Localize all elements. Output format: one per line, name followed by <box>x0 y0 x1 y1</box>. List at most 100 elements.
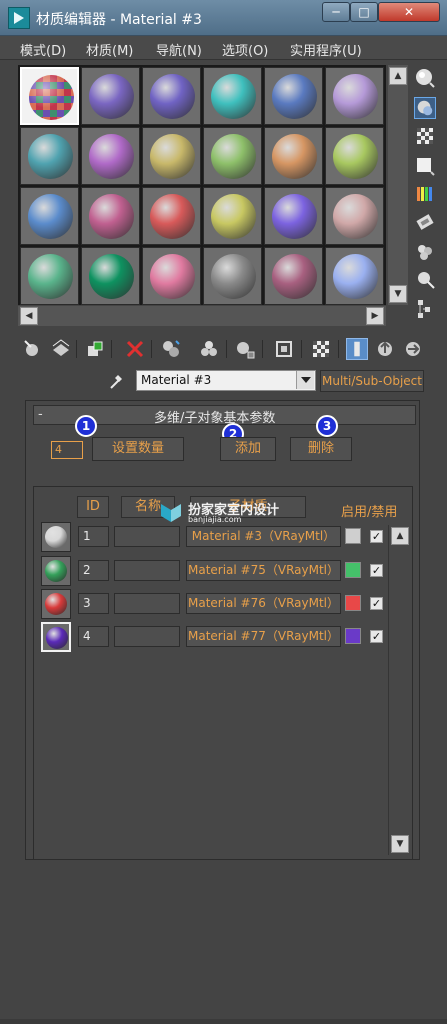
scroll-up-icon[interactable]: ▲ <box>389 67 407 85</box>
material-id-channel-icon[interactable] <box>273 338 295 360</box>
sample-slot[interactable] <box>20 67 79 125</box>
eyedropper-icon[interactable] <box>108 371 126 391</box>
material-type-button[interactable]: Multi/Sub-Object <box>320 370 424 392</box>
watermark-url: banjiajia.com <box>188 515 242 524</box>
scroll-left-icon[interactable]: ◀ <box>20 307 38 325</box>
sample-slot[interactable] <box>81 187 140 245</box>
row-id-field[interactable]: 2 <box>78 560 109 581</box>
row-color-swatch[interactable] <box>345 628 361 644</box>
make-material-copy-icon[interactable] <box>160 338 182 360</box>
row-material-preview[interactable] <box>41 556 71 586</box>
row-name-field[interactable] <box>114 626 180 647</box>
sample-slots <box>18 65 386 305</box>
row-name-field[interactable] <box>114 526 180 547</box>
put-to-library-icon[interactable] <box>234 338 256 360</box>
row-color-swatch[interactable] <box>345 528 361 544</box>
row-color-swatch[interactable] <box>345 562 361 578</box>
scroll-right-icon[interactable]: ▶ <box>366 307 384 325</box>
show-map-in-viewport-icon[interactable] <box>310 338 332 360</box>
make-preview-icon[interactable] <box>414 211 436 233</box>
row-name-field[interactable] <box>114 560 180 581</box>
scroll-down-icon[interactable]: ▼ <box>389 285 407 303</box>
select-by-material-icon[interactable] <box>414 269 436 291</box>
row-enable-checkbox[interactable]: ✓ <box>370 564 383 577</box>
material-name-field[interactable]: Material #3 <box>136 370 316 391</box>
go-to-parent-icon[interactable] <box>374 338 396 360</box>
row-submaterial-button[interactable]: Material #76（VRayMtl） <box>186 593 341 614</box>
sample-slot[interactable] <box>264 67 323 125</box>
menu-navigation[interactable]: 导航(N) <box>156 40 202 59</box>
uv-tiling-icon[interactable] <box>414 155 436 177</box>
sample-slot[interactable] <box>81 127 140 185</box>
show-end-result-icon[interactable] <box>346 338 368 360</box>
slots-horizontal-scrollbar[interactable]: ◀ ▶ <box>18 306 386 326</box>
material-sphere <box>89 194 134 239</box>
sample-slot[interactable] <box>264 187 323 245</box>
sample-slot[interactable] <box>142 187 201 245</box>
row-material-preview[interactable] <box>41 589 71 619</box>
menu-material[interactable]: 材质(M) <box>86 40 133 59</box>
row-name-field[interactable] <box>114 593 180 614</box>
row-submaterial-button[interactable]: Material #77（VRayMtl） <box>186 626 341 647</box>
menu-utilities[interactable]: 实用程序(U) <box>290 40 362 59</box>
put-to-scene-icon[interactable] <box>50 338 72 360</box>
minimize-button[interactable]: ─ <box>322 2 350 22</box>
menu-mode[interactable]: 模式(D) <box>20 40 66 59</box>
rollout-collapse-icon[interactable]: - <box>38 407 43 422</box>
list-scroll-up-icon[interactable]: ▲ <box>391 527 409 545</box>
sample-slot[interactable] <box>325 187 384 245</box>
delete-button[interactable]: 删除 <box>290 437 352 461</box>
sample-slot[interactable] <box>142 247 201 305</box>
sample-slot[interactable] <box>81 247 140 305</box>
id-column-header[interactable]: ID <box>77 496 109 518</box>
material-count-field[interactable]: 4 <box>51 441 83 459</box>
close-button[interactable]: ✕ <box>378 2 440 22</box>
sample-slot[interactable] <box>264 247 323 305</box>
sample-slot[interactable] <box>81 67 140 125</box>
sample-slot[interactable] <box>203 127 262 185</box>
get-material-icon[interactable] <box>22 338 44 360</box>
backlight-icon[interactable] <box>414 97 436 119</box>
sample-slot[interactable] <box>325 127 384 185</box>
menu-options[interactable]: 选项(O) <box>222 40 268 59</box>
row-id-field[interactable]: 3 <box>78 593 109 614</box>
assign-to-selection-icon[interactable] <box>84 338 106 360</box>
sample-slot[interactable] <box>203 187 262 245</box>
background-icon[interactable] <box>414 125 436 147</box>
slots-vertical-scrollbar[interactable]: ▲ ▼ <box>388 65 408 305</box>
maximize-button[interactable]: □ <box>350 2 378 22</box>
row-color-swatch[interactable] <box>345 595 361 611</box>
go-forward-to-sibling-icon[interactable] <box>402 338 424 360</box>
material-map-navigator-icon[interactable] <box>414 297 436 319</box>
make-unique-icon[interactable] <box>198 338 220 360</box>
row-material-preview[interactable] <box>41 622 71 652</box>
sample-slot[interactable] <box>325 67 384 125</box>
list-scrollbar[interactable]: ▲ ▼ <box>388 525 410 855</box>
sample-slot[interactable] <box>203 67 262 125</box>
row-id-field[interactable]: 4 <box>78 626 109 647</box>
row-enable-checkbox[interactable]: ✓ <box>370 597 383 610</box>
options-icon[interactable] <box>414 241 436 263</box>
sample-slot[interactable] <box>142 67 201 125</box>
sample-slot[interactable] <box>142 127 201 185</box>
sample-slot[interactable] <box>20 247 79 305</box>
sample-slot[interactable] <box>264 127 323 185</box>
reset-map-icon[interactable] <box>124 338 146 360</box>
row-enable-checkbox[interactable]: ✓ <box>370 530 383 543</box>
sample-slot[interactable] <box>20 127 79 185</box>
set-number-button[interactable]: 设置数量 <box>92 437 184 461</box>
row-material-preview[interactable] <box>41 522 71 552</box>
list-scroll-down-icon[interactable]: ▼ <box>391 835 409 853</box>
material-name-dropdown-icon[interactable] <box>296 371 314 389</box>
add-button[interactable]: 添加 <box>220 437 276 461</box>
sample-type-icon[interactable] <box>414 67 436 89</box>
sample-slot[interactable] <box>20 187 79 245</box>
row-submaterial-button[interactable]: Material #75（VRayMtl） <box>186 560 341 581</box>
row-id-field[interactable]: 1 <box>78 526 109 547</box>
sample-slot[interactable] <box>325 247 384 305</box>
video-color-check-icon[interactable] <box>414 183 436 205</box>
sample-slot[interactable] <box>203 247 262 305</box>
material-sphere <box>272 194 317 239</box>
row-submaterial-button[interactable]: Material #3（VRayMtl） <box>186 526 341 547</box>
row-enable-checkbox[interactable]: ✓ <box>370 630 383 643</box>
